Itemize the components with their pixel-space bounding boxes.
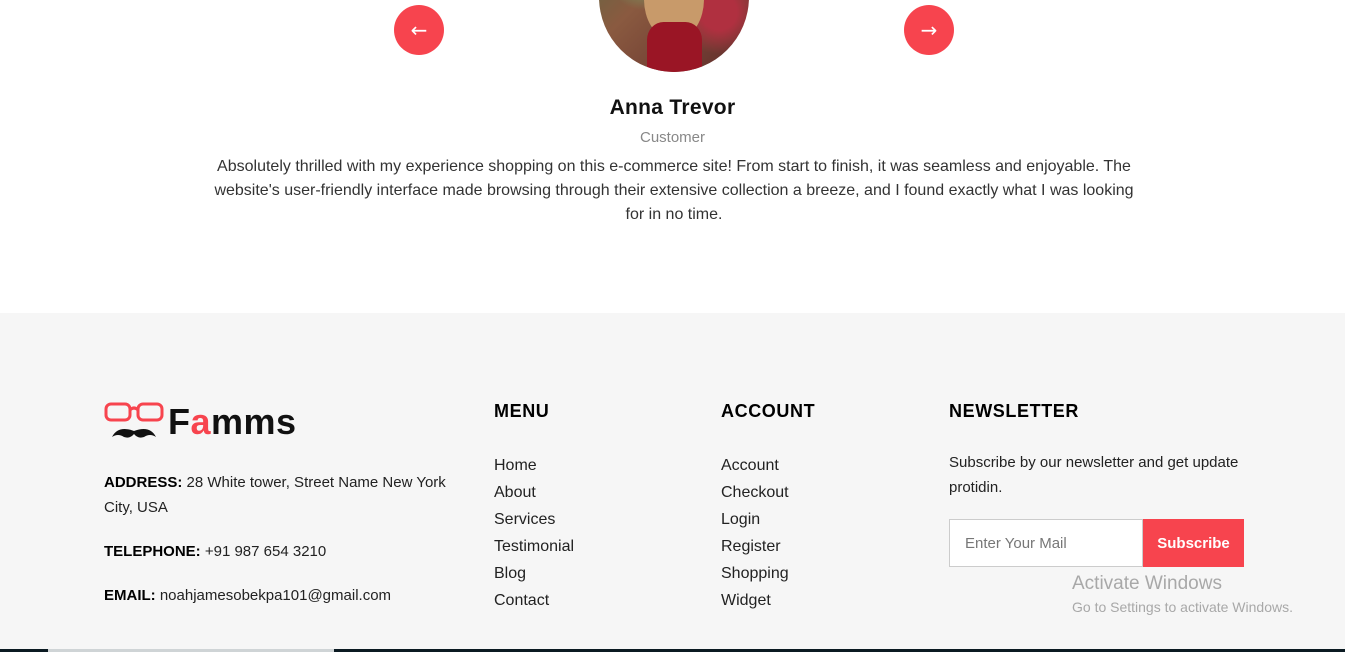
telephone-label: TELEPHONE:: [104, 543, 201, 560]
logo-text: Famms: [168, 401, 297, 442]
newsletter-email-input[interactable]: [949, 519, 1143, 567]
account-link-register[interactable]: Register: [721, 533, 815, 560]
prev-testimonial-button[interactable]: ←: [394, 5, 444, 55]
email-info: EMAIL: noahjamesobekpa101@gmail.com: [104, 583, 454, 608]
arrow-left-icon: ←: [410, 18, 428, 42]
menu-list: Home About Services Testimonial Blog Con…: [494, 452, 574, 614]
account-link-shopping[interactable]: Shopping: [721, 560, 815, 587]
menu-title: MENU: [494, 401, 550, 421]
newsletter-title: NEWSLETTER: [949, 401, 1079, 421]
next-testimonial-button[interactable]: →: [904, 5, 954, 55]
newsletter-text: Subscribe by our newsletter and get upda…: [949, 454, 1239, 496]
arrow-right-icon: →: [920, 18, 938, 42]
customer-role: Customer: [639, 129, 706, 146]
subscribe-button[interactable]: Subscribe: [1143, 519, 1244, 567]
menu-link-blog[interactable]: Blog: [494, 560, 574, 587]
testimonial-quote: Absolutely thrilled with my experience s…: [214, 158, 1134, 223]
account-link-widget[interactable]: Widget: [721, 587, 815, 614]
address-info: ADDRESS: 28 White tower, Street Name New…: [104, 470, 454, 520]
customer-avatar: [599, 0, 749, 72]
watermark-title: Activate Windows: [1072, 573, 1222, 594]
watermark-subtitle: Go to Settings to activate Windows.: [1072, 599, 1293, 615]
menu-column: MENU Home About Services Testimonial Blo…: [494, 401, 574, 614]
customer-name: Anna Trevor: [609, 96, 736, 119]
footer: Famms ADDRESS: 28 White tower, Street Na…: [0, 313, 1345, 652]
account-list: Account Checkout Login Register Shopping…: [721, 452, 815, 614]
email-label: EMAIL:: [104, 587, 156, 604]
famms-logo[interactable]: Famms: [104, 401, 297, 443]
testimonial-section: ← → Anna Trevor Customer Absolutely thri…: [0, 0, 1345, 313]
menu-link-services[interactable]: Services: [494, 506, 574, 533]
menu-link-testimonial[interactable]: Testimonial: [494, 533, 574, 560]
newsletter-column: NEWSLETTER Subscribe by our newsletter a…: [949, 401, 1249, 567]
telephone-value: +91 987 654 3210: [200, 543, 327, 560]
menu-link-home[interactable]: Home: [494, 452, 574, 479]
account-link-checkout[interactable]: Checkout: [721, 479, 815, 506]
account-column: ACCOUNT Account Checkout Login Register …: [721, 401, 815, 614]
newsletter-form: Subscribe: [949, 519, 1244, 567]
telephone-info: TELEPHONE: +91 987 654 3210: [104, 539, 454, 564]
account-title: ACCOUNT: [721, 401, 816, 421]
menu-link-contact[interactable]: Contact: [494, 587, 574, 614]
email-value: noahjamesobekpa101@gmail.com: [155, 587, 392, 604]
address-label: ADDRESS:: [104, 474, 183, 491]
glasses-mustache-icon: [104, 402, 164, 438]
account-link-account[interactable]: Account: [721, 452, 815, 479]
account-link-login[interactable]: Login: [721, 506, 815, 533]
menu-link-about[interactable]: About: [494, 479, 574, 506]
activate-windows-watermark: Activate Windows Go to Settings to activ…: [1072, 572, 1293, 618]
